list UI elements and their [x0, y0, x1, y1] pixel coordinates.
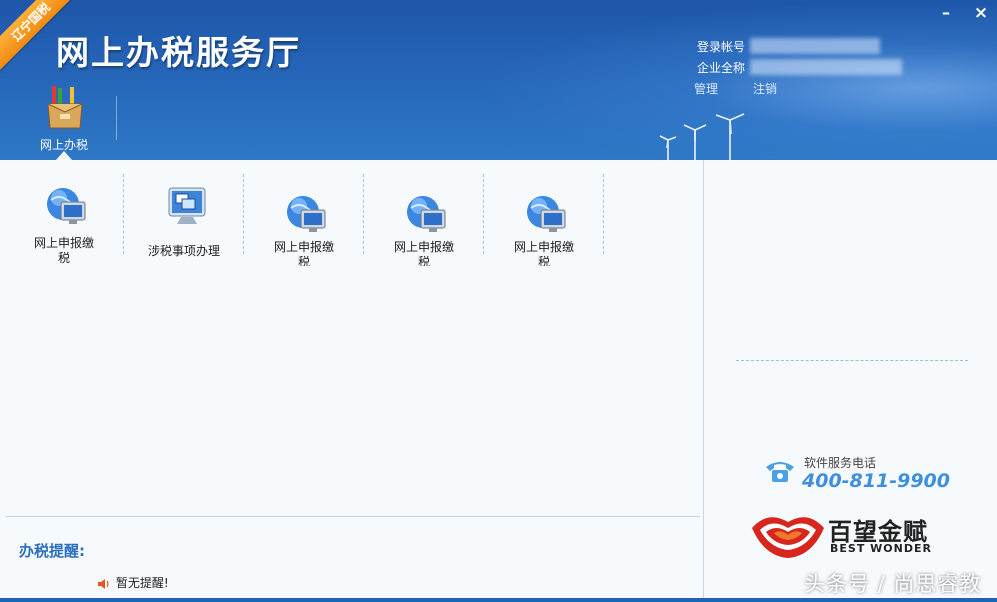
phone-label: 软件服务电话	[804, 456, 877, 470]
globe-monitor-icon	[527, 196, 566, 232]
func-online-tax-filing[interactable]: 网上申报缴税	[484, 178, 604, 268]
func-label: 网上申报缴税	[394, 240, 455, 266]
func-online-tax-filing[interactable]: 网上申报缴税	[244, 178, 364, 268]
globe-monitor-icon	[287, 196, 326, 232]
monitor-windows-icon	[168, 187, 206, 224]
account-label: 登录帐号	[697, 40, 746, 54]
brand-name-english: BEST WONDER	[830, 542, 932, 555]
brand-logo-icon	[752, 517, 824, 558]
func-tax-affairs[interactable]: 涉税事项办理	[124, 178, 244, 268]
reminder-title: 办税提醒:	[19, 542, 85, 560]
bottom-border	[0, 598, 997, 602]
func-label: 涉税事项办理	[147, 244, 220, 258]
func-label: 网上申报缴税	[34, 236, 95, 265]
manage-link[interactable]: 管理	[694, 80, 718, 97]
func-label: 网上申报缴税	[274, 240, 335, 266]
func-separator	[603, 174, 604, 254]
nav-divider	[116, 96, 117, 140]
company-label: 企业全称	[697, 61, 746, 75]
minimize-button[interactable]: –	[935, 2, 957, 24]
func-online-tax-filing[interactable]: 网上申报缴税	[364, 178, 484, 268]
reminder-item: 暂无提醒!	[96, 574, 169, 591]
company-value-redacted	[750, 59, 902, 75]
reminder-text: 暂无提醒!	[115, 576, 169, 590]
package-icon	[47, 86, 83, 129]
function-panel: 网上申报缴税 涉税事项办理 网上申报缴税 网上申报缴税 网上申报缴税 办税提醒:…	[0, 160, 703, 602]
logout-link[interactable]: 注销	[753, 80, 777, 97]
phone-number: 400-811-9900	[802, 470, 950, 492]
header-banner: 辽宁国税 网上办税服务厅 – × 登录帐号 企业全称 管理 注销 网上办税	[0, 0, 997, 160]
reminder-divider	[6, 516, 700, 517]
account-value-redacted	[750, 38, 880, 54]
globe-monitor-icon	[47, 188, 86, 224]
func-label: 网上申报缴税	[514, 240, 575, 266]
side-panel: 软件服务电话 400-811-9900 百望金赋 BEST WONDER	[703, 160, 997, 602]
app-title: 网上办税服务厅	[56, 33, 301, 72]
watermark: 头条号 / 尚思睿教	[804, 572, 982, 596]
func-online-tax-filing[interactable]: 网上申报缴税	[4, 178, 124, 268]
globe-monitor-icon	[407, 196, 446, 232]
side-divider	[736, 360, 968, 361]
wind-turbine-icon	[659, 113, 745, 160]
speaker-icon	[98, 578, 109, 589]
active-tab-caret	[56, 151, 72, 160]
telephone-icon	[766, 462, 794, 482]
close-button[interactable]: ×	[970, 2, 992, 24]
tab-online-tax[interactable]: 网上办税	[34, 82, 94, 160]
